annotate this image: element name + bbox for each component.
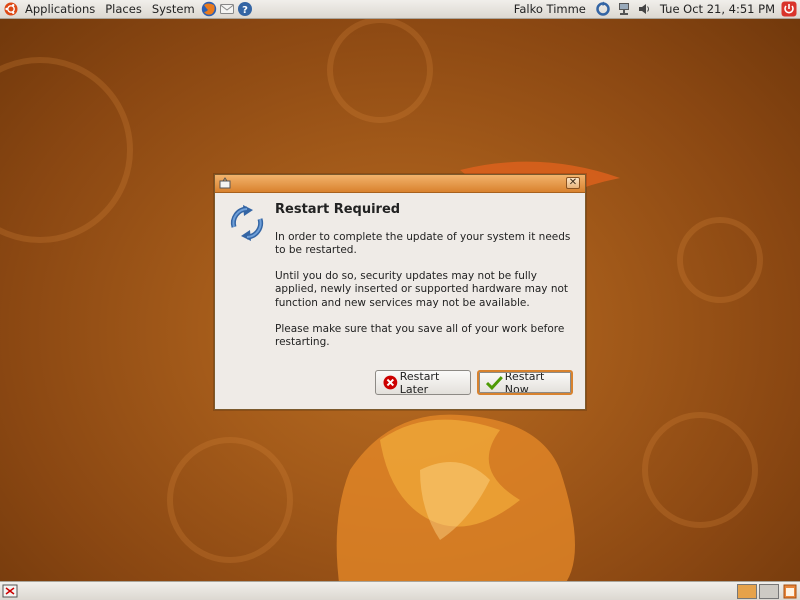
restart-required-dialog: ✕ Restart Required In order to complete …	[214, 174, 586, 410]
dialog-titlebar[interactable]: ✕	[215, 175, 585, 193]
close-icon: ✕	[568, 177, 578, 188]
menu-applications[interactable]: Applications	[20, 0, 100, 19]
dialog-paragraph-2: Until you do so, security updates may no…	[275, 270, 569, 309]
dialog-app-icon	[219, 177, 231, 189]
menu-places[interactable]: Places	[100, 0, 147, 19]
restart-now-button[interactable]: Restart Now	[477, 369, 573, 396]
dialog-paragraph-3: Please make sure that you save all of yo…	[275, 323, 565, 349]
system-tray: Falko Timme Tue Oct 21, 4:51 PM	[508, 0, 800, 19]
close-button[interactable]: ✕	[566, 177, 580, 189]
checkmark-icon	[486, 376, 503, 390]
svg-text:?: ?	[242, 5, 248, 16]
trash-icon[interactable]	[782, 583, 798, 599]
cancel-icon	[383, 375, 398, 390]
firefox-icon[interactable]	[201, 1, 217, 17]
shutdown-icon[interactable]	[781, 1, 797, 17]
top-panel: Applications Places System ? Falko Timme…	[0, 0, 800, 19]
dialog-title: Restart Required	[275, 202, 401, 217]
bottom-panel	[0, 581, 800, 600]
workspace-1[interactable]	[737, 583, 757, 599]
restart-later-label: Restart Later	[399, 369, 440, 396]
clock[interactable]: Tue Oct 21, 4:51 PM	[654, 2, 778, 16]
restart-now-label: Restart Now	[504, 369, 545, 396]
workspace-2[interactable]	[759, 583, 779, 599]
update-notifier-icon[interactable]	[595, 1, 611, 17]
ubuntu-logo-icon[interactable]	[4, 2, 18, 16]
menu-system[interactable]: System	[147, 0, 200, 19]
volume-icon[interactable]	[637, 2, 651, 16]
user-name[interactable]: Falko Timme	[508, 2, 592, 16]
dialog-paragraph-1: In order to complete the update of your …	[275, 231, 571, 257]
help-icon[interactable]: ?	[237, 1, 253, 17]
refresh-icon	[230, 205, 264, 241]
restart-later-button[interactable]: Restart Later	[375, 369, 471, 396]
show-desktop-icon[interactable]	[2, 583, 18, 599]
mail-icon[interactable]	[219, 1, 235, 17]
network-icon[interactable]	[617, 2, 631, 16]
